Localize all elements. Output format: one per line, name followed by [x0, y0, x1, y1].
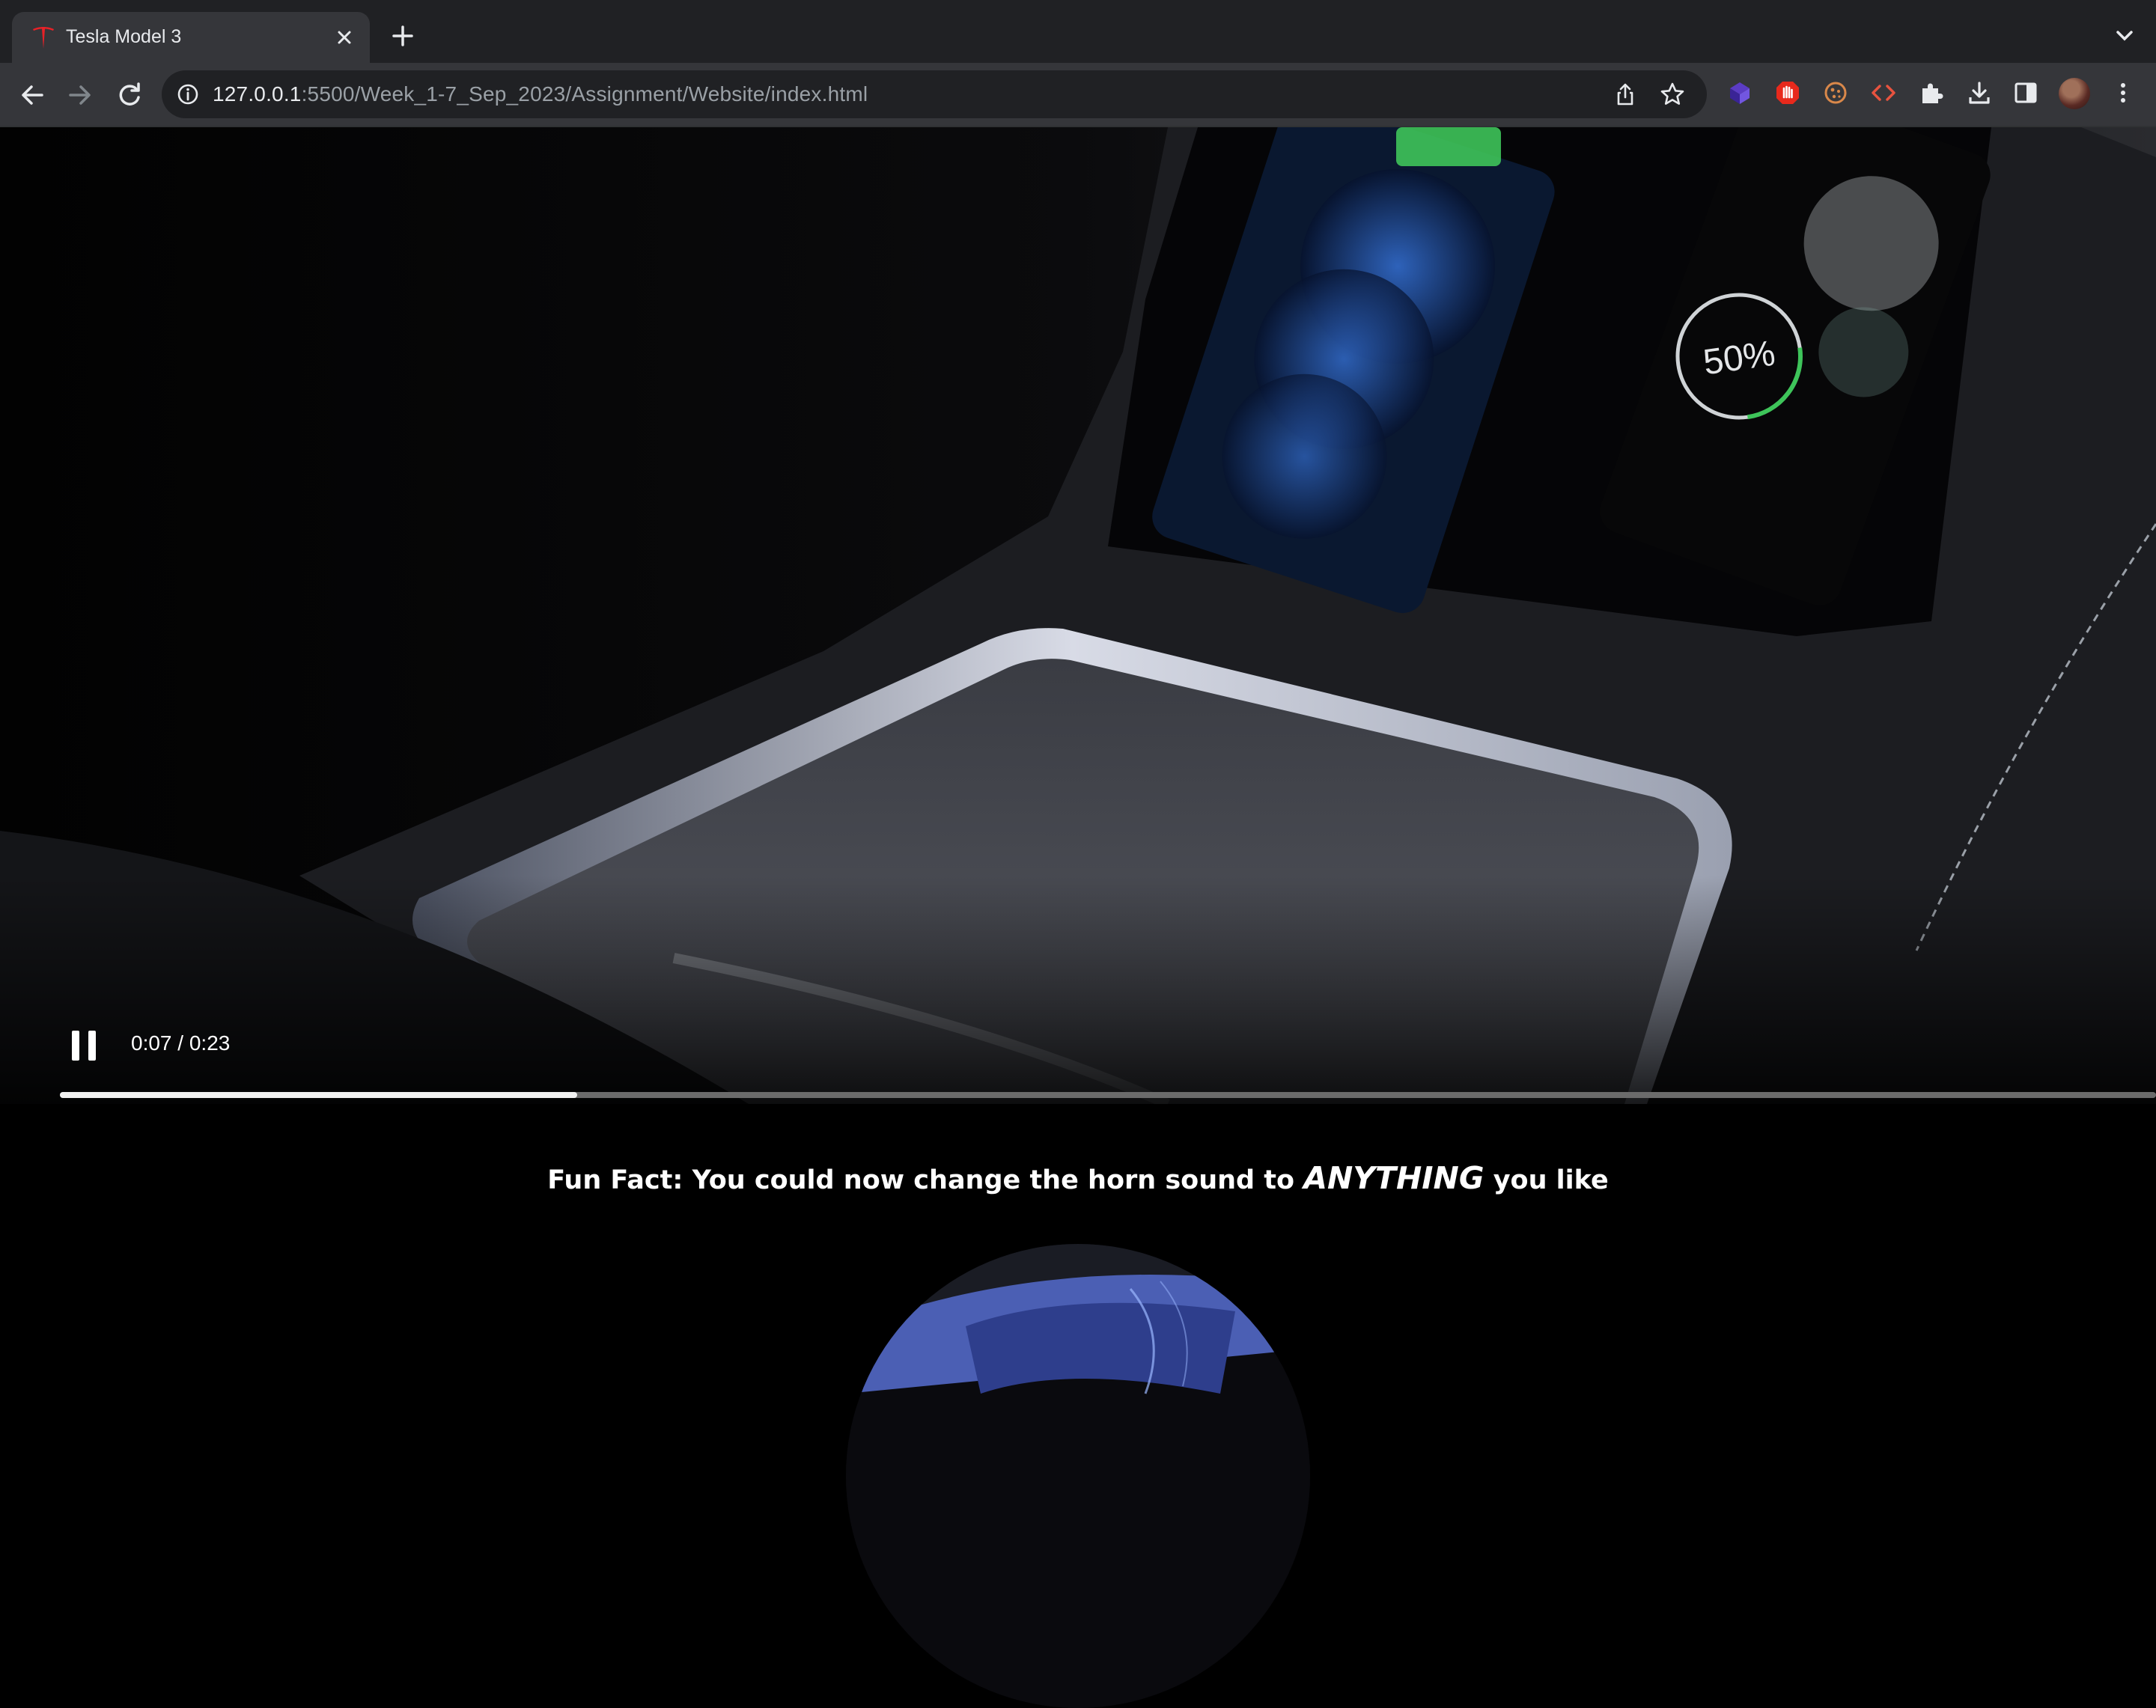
video-frame-console: 50%	[0, 127, 2156, 1104]
fun-fact-text: Fun Fact: You could now change the horn …	[0, 1160, 2156, 1196]
extensions-puzzle-icon[interactable]	[1918, 79, 1945, 106]
tab-strip: Tesla Model 3	[0, 0, 2156, 63]
download-icon[interactable]	[1966, 79, 1993, 106]
tesla-logo-icon	[33, 27, 54, 49]
video-progress-bar[interactable]	[60, 1092, 2156, 1098]
url-host: 127.0.0.1	[213, 82, 302, 106]
url-path: :5500/Week_1-7_Sep_2023/Assignment/Websi…	[301, 82, 868, 106]
address-bar[interactable]: 127.0.0.1:5500/Week_1-7_Sep_2023/Assignm…	[162, 70, 1707, 118]
forward-arrow-icon[interactable]	[64, 79, 96, 111]
pause-icon[interactable]	[69, 1029, 99, 1062]
profile-avatar[interactable]	[2059, 78, 2090, 109]
circular-image	[846, 1244, 1310, 1708]
browser-tab[interactable]: Tesla Model 3	[12, 12, 370, 63]
duration: 0:23	[189, 1031, 231, 1055]
extension-hand-stop-icon[interactable]	[1774, 79, 1801, 106]
tab-title: Tesla Model 3	[66, 26, 182, 47]
current-time: 0:07	[131, 1031, 172, 1055]
chevron-down-icon[interactable]	[2111, 22, 2138, 49]
new-tab-icon[interactable]	[388, 21, 418, 51]
bookmark-star-icon[interactable]	[1659, 81, 1686, 108]
extension-cube-icon[interactable]	[1726, 79, 1753, 106]
site-info-icon[interactable]	[175, 82, 201, 107]
video-time: 0:07 / 0:23	[131, 1031, 231, 1055]
circular-image-art	[846, 1244, 1310, 1708]
video-progress-fill	[60, 1092, 577, 1098]
more-menu-icon[interactable]	[2110, 79, 2137, 106]
fun-fact-prefix: Fun Fact: You could now change the horn …	[547, 1165, 1295, 1195]
extension-code-icon[interactable]	[1870, 79, 1897, 106]
close-tab-icon[interactable]	[329, 22, 359, 52]
share-icon[interactable]	[1613, 82, 1638, 107]
url-text[interactable]: 127.0.0.1:5500/Week_1-7_Sep_2023/Assignm…	[213, 82, 868, 106]
fun-fact-emphasis: ANYTHING	[1303, 1160, 1484, 1196]
back-arrow-icon[interactable]	[16, 79, 48, 111]
extension-cookie-icon[interactable]	[1822, 79, 1849, 106]
side-panel-icon[interactable]	[2012, 79, 2039, 106]
video-player[interactable]: 50% 0:07 / 0:23	[0, 127, 2156, 1104]
fun-fact-suffix: you like	[1493, 1165, 1609, 1195]
reload-icon[interactable]	[114, 79, 145, 111]
